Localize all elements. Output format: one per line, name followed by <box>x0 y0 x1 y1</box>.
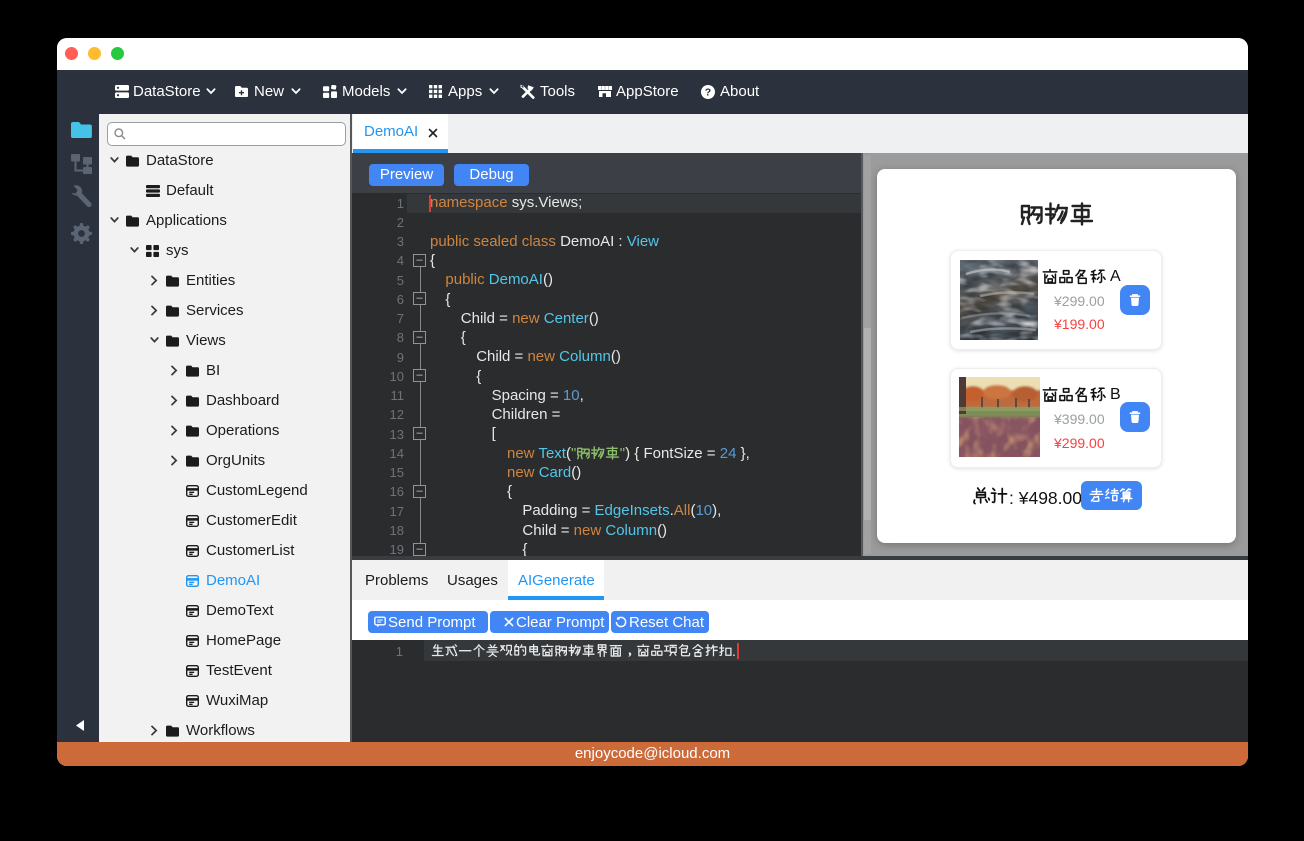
svg-text:?: ? <box>705 87 711 99</box>
